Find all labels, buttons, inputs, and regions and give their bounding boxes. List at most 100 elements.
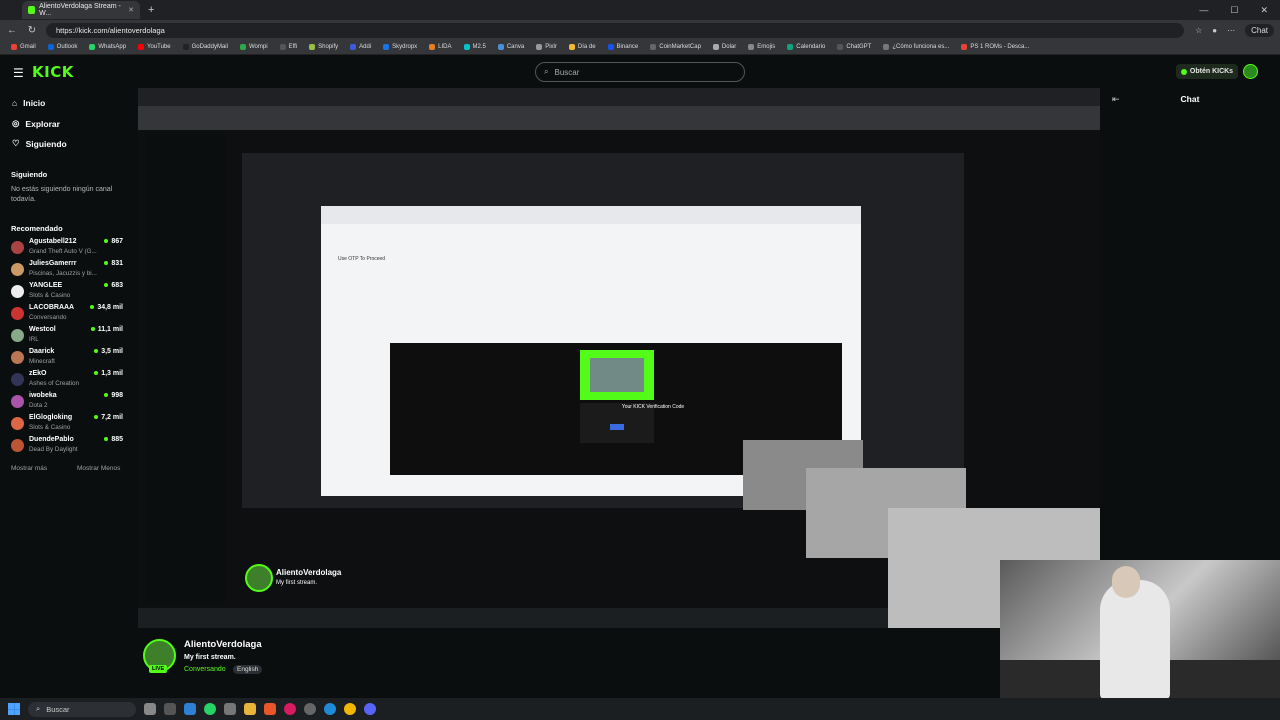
bookmark-label: Calendario [796, 44, 826, 50]
vscode-icon[interactable] [184, 703, 196, 715]
bookmark-item[interactable]: M2.5 [459, 44, 491, 50]
bookmark-item[interactable]: Effi [275, 44, 303, 50]
windows-start-icon[interactable] [8, 703, 20, 715]
bookmark-item[interactable]: ChatGPT [832, 44, 876, 50]
bookmark-icon [536, 44, 543, 50]
stream-category[interactable]: Conversando [184, 666, 226, 673]
browser-tab[interactable]: AlientoVerdolaga Stream - W... ✕ [22, 1, 140, 19]
folder-icon[interactable] [244, 703, 256, 715]
hamburger-menu-icon[interactable]: ☰ [13, 66, 24, 80]
bookmark-item[interactable]: ¿Cómo funciona es... [878, 44, 954, 50]
bookmark-item[interactable]: Shopify [304, 44, 343, 50]
url-field[interactable]: https://kick.com/alientoverdolaga [46, 22, 1184, 38]
recommended-channel[interactable]: ElGlogloking Slots & Casino 7,2 mil [11, 414, 123, 434]
more-icon[interactable]: ⋯ [1227, 26, 1235, 35]
video-player[interactable]: AlientoVerdolaga My first stream. Your K… [138, 88, 1100, 628]
channel-name: iwobeka [29, 392, 57, 399]
viewer-count: 998 [104, 392, 123, 399]
bookmark-item[interactable]: Addi [345, 44, 376, 50]
bookmark-item[interactable]: Outlook [43, 44, 83, 50]
following-heading: Siguiendo [11, 170, 48, 179]
recommended-channel[interactable]: Agustabell212 Grand Theft Auto V (G... 867 [11, 238, 123, 258]
minimize-icon[interactable]: — [1199, 5, 1208, 16]
copilot-button[interactable]: Chat [1245, 23, 1274, 37]
bookmark-label: Dolar [721, 44, 737, 50]
show-more-link[interactable]: Mostrar más [11, 465, 47, 472]
channel-name: zEkO [29, 370, 47, 377]
app-icon[interactable] [164, 703, 176, 715]
channel-name[interactable]: AlientoVerdolaga [184, 639, 262, 650]
sidebar-item-inicio[interactable]: ⌂ Inicio [12, 98, 45, 108]
bookmark-item[interactable]: CoinMarketCap [645, 44, 706, 50]
bookmark-item[interactable]: GoDaddyMail [178, 44, 233, 50]
recommended-channel[interactable]: iwobeka Dota 2 998 [11, 392, 123, 412]
bookmark-label: Outlook [56, 44, 78, 50]
recommended-channel[interactable]: DuendePablo Dead By Daylight 885 [11, 436, 123, 456]
settings-icon[interactable] [304, 703, 316, 715]
recommended-channel[interactable]: YANGLEE Slots & Casino 683 [11, 282, 123, 302]
bookmark-item[interactable]: Skydropx [378, 44, 422, 50]
whatsapp-icon[interactable] [204, 703, 216, 715]
bookmark-item[interactable]: Calendario [782, 44, 830, 50]
channel-category: Slots & Casino [29, 292, 71, 299]
reload-icon[interactable]: ↻ [26, 25, 38, 36]
profile-icon[interactable]: ● [1212, 26, 1217, 35]
bookmark-label: LIDA [438, 44, 452, 50]
bookmark-item[interactable]: Gmail [6, 44, 41, 50]
bookmark-item[interactable]: Día de [564, 44, 601, 50]
language-tag[interactable]: English [233, 665, 263, 674]
discord-icon[interactable] [364, 703, 376, 715]
search-icon: ⌕ [544, 67, 549, 76]
maximize-icon[interactable]: ☐ [1230, 5, 1238, 16]
channel-name: ElGlogloking [29, 414, 73, 421]
chat-title: Chat [1180, 94, 1200, 104]
chrome-icon[interactable] [344, 703, 356, 715]
bookmark-item[interactable]: Canva [493, 44, 529, 50]
back-icon[interactable]: ← [6, 25, 18, 36]
streamer-head-image [1112, 566, 1140, 598]
edge-icon[interactable] [324, 703, 336, 715]
nav-label: Explorar [25, 118, 60, 129]
recommended-channel[interactable]: JuliesGamerrr Piscinas, Jacuzzis y bi... 8… [11, 260, 123, 280]
task-view-icon[interactable] [144, 703, 156, 715]
bookmark-item[interactable]: YouTube [133, 44, 176, 50]
bookmark-item[interactable]: Binance [603, 44, 644, 50]
recommended-channel[interactable]: LACOBRAAA Conversando 34,8 mil [11, 304, 123, 324]
media-icon[interactable] [284, 703, 296, 715]
search-input[interactable]: ⌕ Buscar [535, 62, 745, 82]
nav-label: Inicio [23, 98, 46, 108]
recommended-channel[interactable]: Daarick Minecraft 3,5 mil [11, 348, 123, 368]
kick-logo[interactable]: KICK [32, 63, 74, 81]
channel-avatar [11, 329, 24, 342]
brave-icon[interactable] [264, 703, 276, 715]
close-tab-icon[interactable]: ✕ [128, 6, 134, 14]
close-window-icon[interactable]: ✕ [1260, 5, 1268, 16]
bookmark-item[interactable]: Pixlr [531, 44, 562, 50]
recommended-channel[interactable]: Westcol IRL 11,1 mil [11, 326, 123, 346]
nested-channel-name: AlientoVerdolaga [276, 568, 342, 577]
star-icon[interactable]: ☆ [1195, 26, 1202, 35]
bookmark-label: GoDaddyMail [191, 44, 228, 50]
viewer-count: 885 [104, 436, 123, 443]
bookmark-label: Skydropx [392, 44, 418, 50]
calculator-icon[interactable] [224, 703, 236, 715]
bookmark-item[interactable]: PS 1 ROMs - Desca... [956, 44, 1034, 50]
bookmark-item[interactable]: Emojis [743, 44, 780, 50]
sidebar-item-explorar[interactable]: ◎ Explorar [12, 118, 60, 129]
get-kicks-button[interactable]: Obtén KICKs [1176, 64, 1238, 79]
bookmark-label: CoinMarketCap [659, 44, 701, 50]
show-less-link[interactable]: Mostrar Menos [77, 465, 120, 472]
bookmark-item[interactable]: LIDA [424, 44, 456, 50]
viewer-count: 11,1 mil [91, 326, 123, 333]
recommended-channel[interactable]: zEkO Ashes of Creation 1,3 mil [11, 370, 123, 390]
bookmark-item[interactable]: Dolar [708, 44, 741, 50]
kicks-icon [1180, 68, 1187, 75]
channel-name: LACOBRAAA [29, 304, 75, 311]
user-avatar[interactable] [1243, 64, 1258, 79]
new-tab-icon[interactable]: + [148, 4, 154, 16]
channel-category: Piscinas, Jacuzzis y bi... [29, 270, 97, 277]
sidebar-item-siguiendo[interactable]: ♡ Siguiendo [12, 138, 67, 149]
taskbar-search[interactable]: ⌕ Buscar [28, 701, 136, 717]
bookmark-item[interactable]: WhatsApp [84, 44, 131, 50]
bookmark-item[interactable]: Wompi [235, 44, 273, 50]
